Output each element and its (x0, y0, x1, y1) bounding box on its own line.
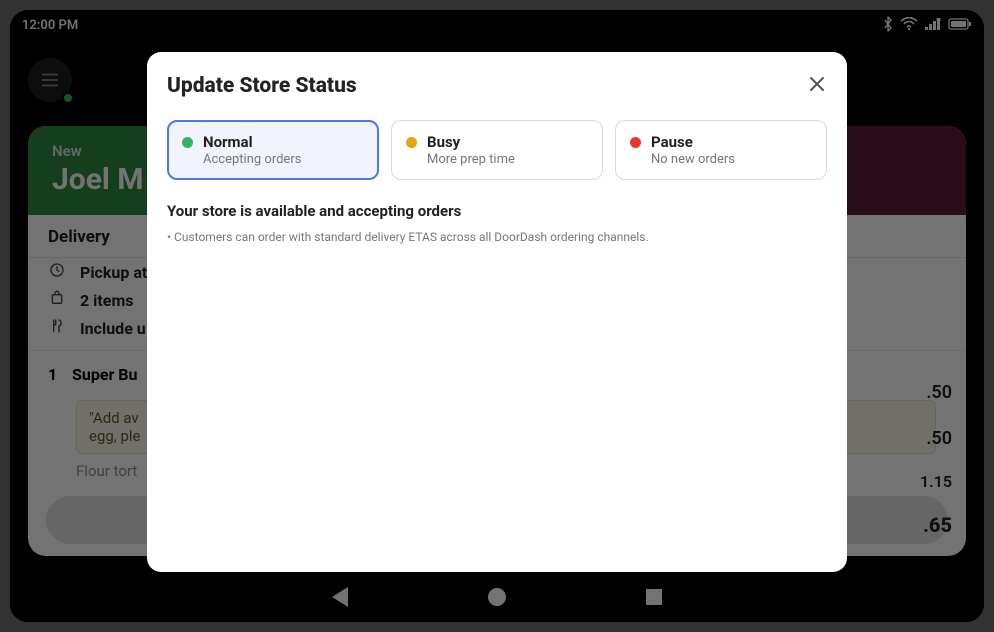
update-store-status-modal: Update Store Status Normal Accepting ord… (147, 52, 847, 572)
status-option-pause[interactable]: Pause No new orders (615, 120, 827, 180)
status-option-subtitle: No new orders (651, 152, 735, 167)
status-dot-icon (182, 137, 193, 148)
status-option-subtitle: Accepting orders (203, 152, 301, 167)
modal-title: Update Store Status (167, 74, 827, 98)
status-option-normal[interactable]: Normal Accepting orders (167, 120, 379, 180)
status-dot-icon (406, 137, 417, 148)
status-option-title: Normal (203, 133, 301, 151)
status-option-title: Busy (427, 133, 515, 151)
status-option-subtitle: More prep time (427, 152, 515, 167)
status-dot-icon (630, 137, 641, 148)
status-detail-title: Your store is available and accepting or… (167, 202, 827, 220)
status-option-busy[interactable]: Busy More prep time (391, 120, 603, 180)
modal-overlay[interactable]: Update Store Status Normal Accepting ord… (10, 10, 984, 622)
status-option-title: Pause (651, 133, 735, 151)
close-icon[interactable] (803, 70, 831, 98)
status-options: Normal Accepting orders Busy More prep t… (167, 120, 827, 180)
status-detail-body: • Customers can order with standard deli… (167, 230, 827, 244)
tablet-frame: 12:00 PM 5G New (0, 0, 994, 632)
